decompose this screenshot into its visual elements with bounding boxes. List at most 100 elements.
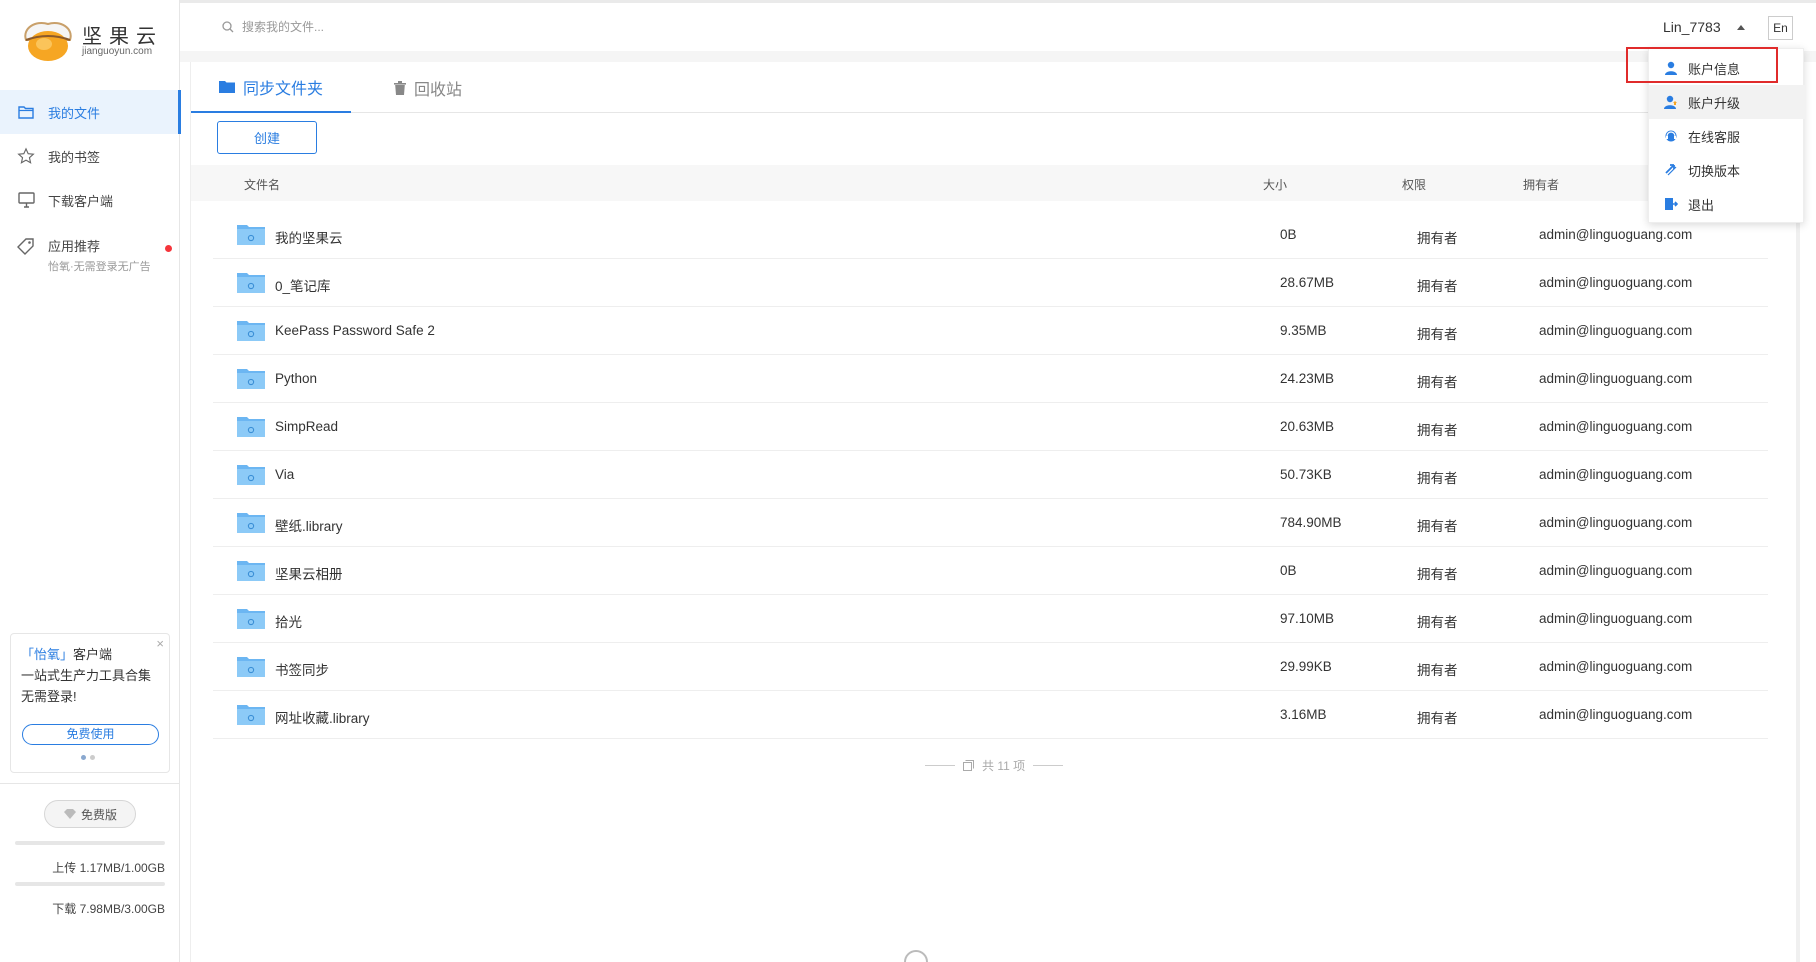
table-row[interactable]: Via 50.73KB 拥有者 admin@linguoguang.com <box>213 451 1768 499</box>
file-size: 3.16MB <box>1280 707 1327 722</box>
file-size: 0B <box>1280 227 1297 242</box>
menu-item-account-upgrade[interactable]: 账户升级 <box>1649 85 1805 119</box>
file-name[interactable]: SimpRead <box>275 419 338 434</box>
file-name[interactable]: 拾光 <box>275 611 302 631</box>
table-row[interactable]: 0_笔记库 28.67MB 拥有者 admin@linguoguang.com <box>213 259 1768 307</box>
file-owner: admin@linguoguang.com <box>1539 275 1693 290</box>
folder-icon <box>237 513 265 533</box>
promo-highlight: 「怡氧」 <box>21 647 74 662</box>
plan-badge[interactable]: 免费版 <box>44 800 136 828</box>
tab-sync-folders[interactable]: 同步文件夹 <box>191 62 351 113</box>
column-header-permission[interactable]: 权限 <box>1402 176 1426 193</box>
sidebar-item-bookmarks[interactable]: 我的书签 <box>0 134 180 178</box>
column-header-owner[interactable]: 拥有者 <box>1523 176 1559 193</box>
file-permission: 拥有者 <box>1417 615 1458 630</box>
carousel-dot[interactable] <box>81 755 86 760</box>
file-size: 784.90MB <box>1280 515 1342 530</box>
sidebar-item-app-recommend[interactable]: 应用推荐 怡氧·无需登录无广告 <box>0 222 180 278</box>
table-row[interactable]: Python 24.23MB 拥有者 admin@linguoguang.com <box>213 355 1768 403</box>
file-name[interactable]: 壁纸.library <box>275 515 343 535</box>
user-menu-toggle[interactable]: Lin_7783 <box>1663 19 1745 35</box>
file-permission: 拥有者 <box>1417 327 1458 342</box>
acorn-logo-icon <box>24 22 72 61</box>
folder-icon <box>237 321 265 341</box>
file-permission: 拥有者 <box>1417 423 1458 438</box>
swap-icon <box>1665 164 1677 176</box>
file-owner: admin@linguoguang.com <box>1539 707 1693 722</box>
total-count-text: 共 11 项 <box>982 759 1026 773</box>
sidebar-item-label: 我的文件 <box>48 105 101 121</box>
sidebar-nav: 我的文件 我的书签 下载客户端 应用推荐 怡氧·无需登录无广告 <box>0 90 181 278</box>
file-permission: 拥有者 <box>1417 567 1458 582</box>
upload-quota: 上传 1.17MB/1.00GB <box>15 841 165 876</box>
folder-icon <box>237 465 265 485</box>
search-box[interactable]: 搜索我的文件... <box>222 18 324 35</box>
file-name[interactable]: 坚果云相册 <box>275 563 343 583</box>
brand-domain: jianguoyun.com <box>82 46 153 57</box>
file-permission: 拥有者 <box>1417 279 1458 294</box>
sidebar-item-my-files[interactable]: 我的文件 <box>0 90 181 134</box>
monitor-icon <box>16 190 36 210</box>
sidebar-item-label: 我的书签 <box>48 149 101 165</box>
file-size: 24.23MB <box>1280 371 1335 386</box>
divider-line <box>925 765 955 766</box>
tab-label: 回收站 <box>414 81 463 99</box>
menu-item-account-info[interactable]: 账户信息 <box>1649 51 1805 85</box>
table-row[interactable]: 坚果云相册 0B 拥有者 admin@linguoguang.com <box>213 547 1768 595</box>
file-name[interactable]: Python <box>275 371 317 386</box>
sidebar-item-download-client[interactable]: 下载客户端 <box>0 178 180 222</box>
table-row[interactable]: KeePass Password Safe 2 9.35MB 拥有者 admin@li… <box>213 307 1768 355</box>
file-size: 0B <box>1280 563 1297 578</box>
download-quota: 下载 7.98MB/3.00GB <box>15 882 165 917</box>
upload-quota-text: 上传 1.17MB/1.00GB <box>52 861 165 875</box>
table-row[interactable]: 网址收藏.library 3.16MB 拥有者 admin@linguoguang.c… <box>213 691 1768 739</box>
file-size: 29.99KB <box>1280 659 1332 674</box>
folder-icon <box>219 81 235 93</box>
menu-item-logout[interactable]: 退出 <box>1649 187 1805 221</box>
file-name[interactable]: 网址收藏.library <box>275 707 370 727</box>
file-permission: 拥有者 <box>1417 663 1458 678</box>
close-icon[interactable]: × <box>156 636 164 651</box>
menu-item-label: 账户升级 <box>1688 95 1741 111</box>
table-row[interactable]: 我的坚果云 0B 拥有者 admin@linguoguang.com <box>213 211 1768 259</box>
file-name[interactable]: 我的坚果云 <box>275 227 343 247</box>
file-owner: admin@linguoguang.com <box>1539 467 1693 482</box>
carousel-dot[interactable] <box>90 755 95 760</box>
file-permission: 拥有者 <box>1417 375 1458 390</box>
file-name[interactable]: Via <box>275 467 294 482</box>
content-top-strip <box>180 51 1816 62</box>
file-name[interactable]: 书签同步 <box>275 659 329 679</box>
upload-quota-bar <box>15 841 165 845</box>
tab-recycle-bin[interactable]: 回收站 <box>394 62 462 113</box>
promo-free-use-button[interactable]: 免费使用 <box>22 724 159 745</box>
table-header: 文件名 大小 权限 拥有者 <box>191 165 1796 201</box>
menu-item-label: 账户信息 <box>1688 61 1741 77</box>
file-owner: admin@linguoguang.com <box>1539 515 1693 530</box>
menu-item-switch-version[interactable]: 切换版本 <box>1649 153 1805 187</box>
username: Lin_7783 <box>1663 19 1721 35</box>
file-permission: 拥有者 <box>1417 711 1458 726</box>
column-header-size[interactable]: 大小 <box>1263 176 1287 193</box>
user-icon <box>1665 61 1677 75</box>
table-row[interactable]: SimpRead 20.63MB 拥有者 admin@linguoguang.com <box>213 403 1768 451</box>
table-row[interactable]: 书签同步 29.99KB 拥有者 admin@linguoguang.com <box>213 643 1768 691</box>
file-owner: admin@linguoguang.com <box>1539 659 1693 674</box>
language-button[interactable]: En <box>1768 16 1793 40</box>
top-border <box>0 0 1816 3</box>
user-upgrade-icon <box>1664 95 1677 109</box>
promo-description: 一站式生产力工具合集 无需登录! <box>21 668 152 704</box>
table-row[interactable]: 壁纸.library 784.90MB 拥有者 admin@linguoguang.c… <box>213 499 1768 547</box>
column-header-name[interactable]: 文件名 <box>244 176 280 193</box>
table-row[interactable]: 拾光 97.10MB 拥有者 admin@linguoguang.com <box>213 595 1768 643</box>
file-owner: admin@linguoguang.com <box>1539 419 1693 434</box>
file-name[interactable]: KeePass Password Safe 2 <box>275 323 435 338</box>
file-name[interactable]: 0_笔记库 <box>275 275 331 295</box>
scroll-to-top-icon[interactable] <box>904 950 928 962</box>
menu-item-online-support[interactable]: 在线客服 <box>1649 119 1805 153</box>
folder-icon <box>16 102 36 122</box>
search-input[interactable]: 搜索我的文件... <box>242 18 324 35</box>
create-button[interactable]: 创建 <box>217 121 317 154</box>
star-icon <box>16 146 36 166</box>
logo[interactable]: 坚果云 jianguoyun.com <box>20 16 170 64</box>
search-icon <box>222 20 234 32</box>
